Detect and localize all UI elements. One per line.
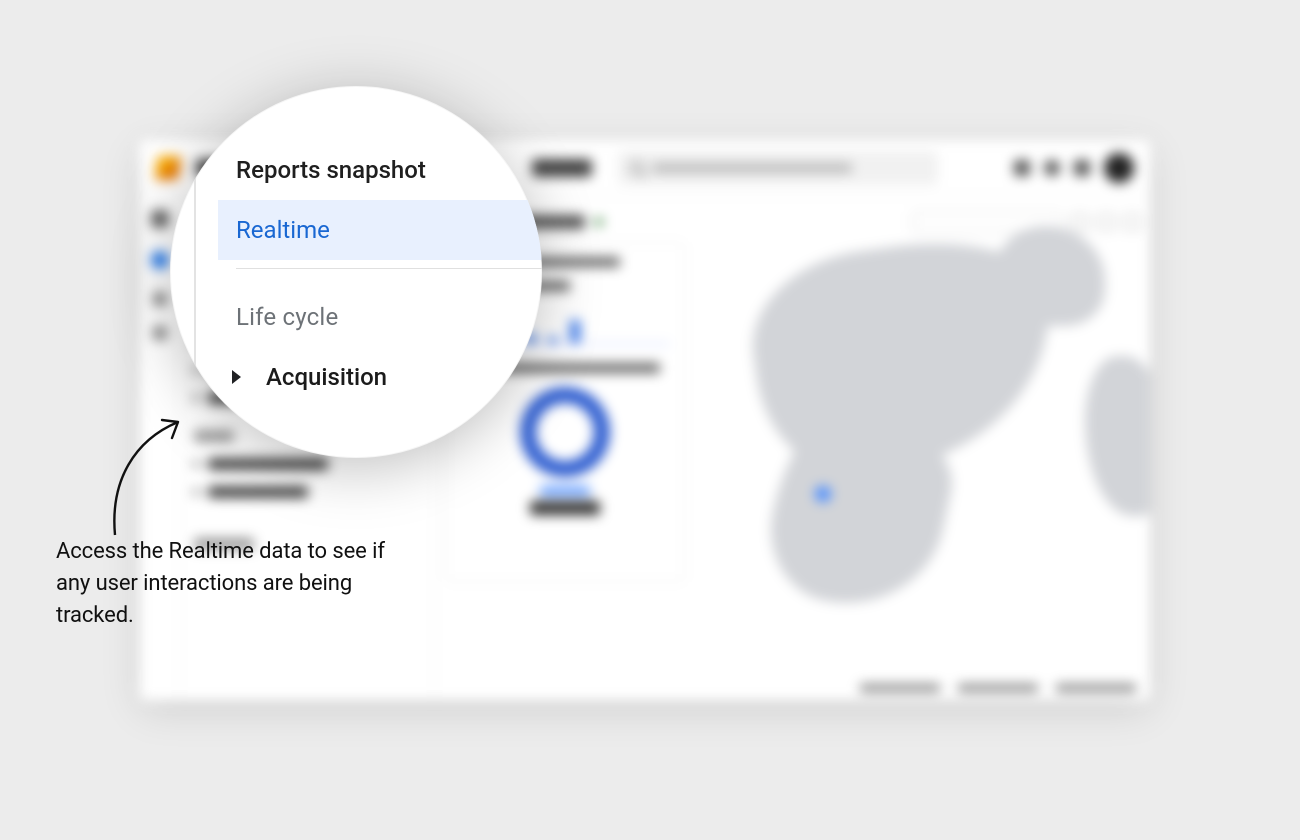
main-content [435,196,1150,700]
nav-acquisition-label: Acquisition [266,363,387,391]
help-icon[interactable] [1044,160,1060,176]
share-icon[interactable] [1124,214,1140,230]
zoom-spotlight: Reports snapshot Realtime Life cycle Acq… [170,86,542,458]
rail-explore-icon[interactable] [153,292,167,306]
rail-advertising-icon[interactable] [153,326,167,340]
callout-arrow-icon [100,410,210,540]
status-dot-icon [595,218,603,226]
chevron-right-icon [232,370,241,384]
donut-percent [530,501,600,515]
nav-acquisition[interactable]: Acquisition [218,347,542,407]
footer-links [860,684,1136,692]
avatar[interactable] [1104,153,1134,183]
rail-home-icon[interactable] [151,210,169,228]
nav-realtime[interactable]: Realtime [218,200,542,260]
search-icon [630,161,644,175]
grid-icon[interactable] [1014,160,1030,176]
realtime-map[interactable] [715,236,1150,700]
rail-reports-icon[interactable] [148,248,172,272]
nav-reports-snapshot[interactable]: Reports snapshot [218,140,542,200]
map-marker-icon [815,486,831,502]
customize-icon[interactable] [1098,214,1114,230]
search-placeholder [652,163,852,173]
compare-icon[interactable] [1072,214,1088,230]
callout-caption: Access the Realtime data to see if any u… [56,536,406,632]
nav-section-life-cycle: Life cycle [218,287,542,347]
search-input[interactable] [618,151,938,185]
kebab-icon[interactable] [1074,160,1090,176]
nav-divider [236,268,542,269]
donut-legend [540,487,590,495]
